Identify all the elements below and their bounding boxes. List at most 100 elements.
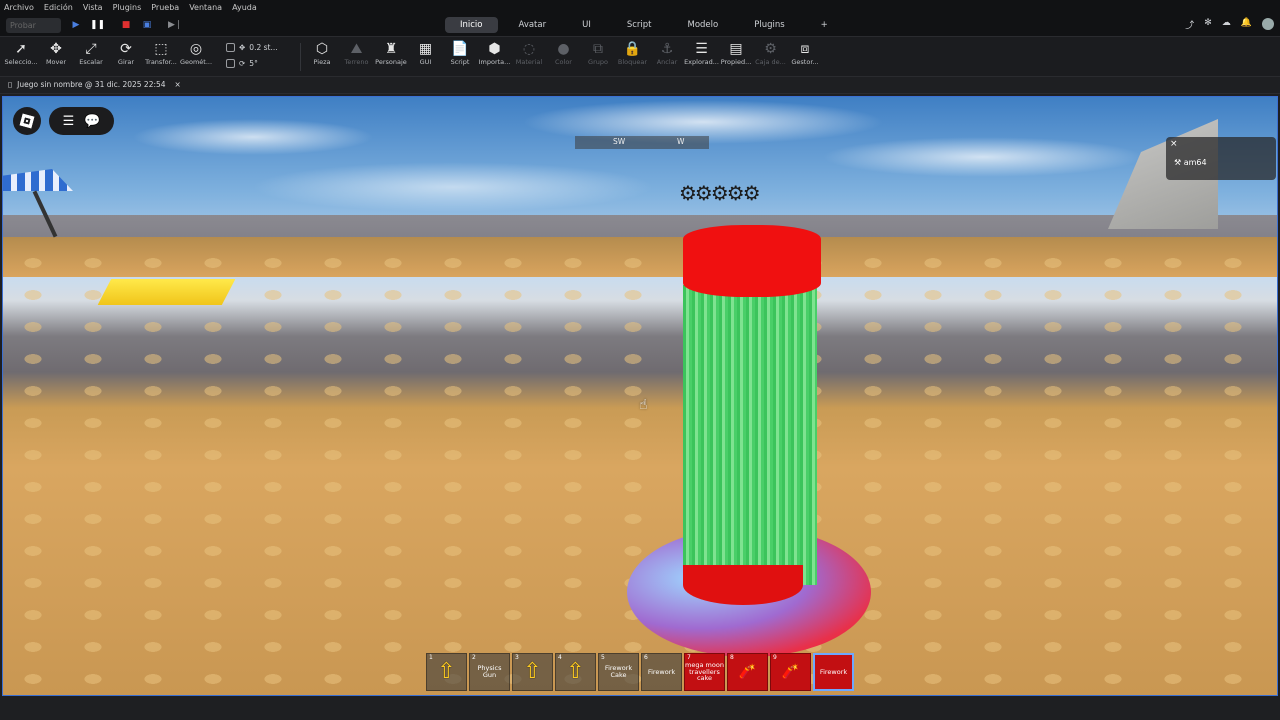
slot-number: 4 bbox=[558, 654, 562, 661]
hotbar-slot-0[interactable]: 1 ⇧ bbox=[426, 653, 467, 691]
yellow-pad bbox=[98, 279, 236, 305]
tool-button-1[interactable]: ⛰ Terreno bbox=[339, 40, 375, 74]
part-icon: ⬡ bbox=[315, 41, 329, 57]
ribbon-toolbar: ➚ Seleccio... ✥ Mover ⤢ Escalar ⟳ Girar ⬚ Transfo… bbox=[0, 37, 1280, 89]
firework-tower bbox=[683, 225, 821, 615]
hotbar-slot-8[interactable]: 9 🧨 bbox=[770, 653, 811, 691]
slot-number: 1 bbox=[429, 654, 433, 661]
tool-button-11[interactable]: ☰ Explorad... bbox=[684, 40, 720, 74]
rotate-icon: ⟳ bbox=[120, 41, 132, 57]
hotbar-slot-3[interactable]: 4 ⇧ bbox=[555, 653, 596, 691]
tool-label: Seleccio... bbox=[4, 58, 38, 66]
hotbar-slot-2[interactable]: 3 ⇧ bbox=[512, 653, 553, 691]
tab-2[interactable]: UI bbox=[567, 17, 606, 33]
document-tab-title: Juego sin nombre @ 31 dic. 2025 22:54 bbox=[17, 80, 166, 89]
close-player-list-icon[interactable]: × bbox=[1170, 139, 1178, 149]
tool-label: Script bbox=[450, 58, 470, 66]
close-tab-icon[interactable]: × bbox=[175, 80, 181, 89]
slot-number: 2 bbox=[472, 654, 476, 661]
pause-icon[interactable]: ❚❚ bbox=[90, 19, 105, 31]
move-step-control[interactable]: ✥ 0.2 st... bbox=[226, 43, 278, 52]
add-tab-button[interactable]: + bbox=[806, 17, 843, 33]
hotbar-slot-9[interactable]: Firework bbox=[813, 653, 854, 691]
tool-button-3[interactable]: ⟳ Girar bbox=[108, 40, 144, 74]
tool-button-7[interactable]: ● Color bbox=[546, 40, 582, 74]
tool-button-10[interactable]: ⚓ Anclar bbox=[649, 40, 685, 74]
tool-button-12[interactable]: ▤ Propied... bbox=[718, 40, 754, 74]
tool-button-3[interactable]: ▦ GUI bbox=[408, 40, 444, 74]
tool-button-9[interactable]: 🔒 Bloquear bbox=[615, 40, 651, 74]
player-list-card: × ⚒ am64 bbox=[1166, 137, 1276, 180]
hotbar-slot-4[interactable]: 5 Firework Cake bbox=[598, 653, 639, 691]
tool-button-5[interactable]: ◎ Geomét... bbox=[178, 40, 214, 74]
player-entry[interactable]: ⚒ am64 bbox=[1174, 158, 1207, 167]
tool-button-0[interactable]: ⬡ Pieza bbox=[304, 40, 340, 74]
tool-button-1[interactable]: ✥ Mover bbox=[38, 40, 74, 74]
tool-button-2[interactable]: ⤢ Escalar bbox=[73, 40, 109, 74]
hotbar-slot-6[interactable]: 7 mega moon travellers cake bbox=[684, 653, 725, 691]
tool-label: Caja de... bbox=[755, 58, 786, 66]
slot-label: mega moon travellers cake bbox=[685, 660, 724, 683]
hamburger-icon[interactable]: ☰ bbox=[63, 114, 75, 129]
select-icon: ➚ bbox=[15, 41, 27, 57]
tool-button-4[interactable]: ⬚ Transfor... bbox=[143, 40, 179, 74]
ribbon-divider bbox=[300, 43, 301, 71]
step-icon[interactable]: ▶❘ bbox=[168, 19, 182, 31]
tool-button-8[interactable]: ⧉ Grupo bbox=[580, 40, 616, 74]
properties-icon: ▤ bbox=[729, 41, 743, 57]
stop-icon[interactable]: ■ bbox=[120, 19, 132, 31]
tool-label: Girar bbox=[117, 58, 135, 66]
client-icon[interactable]: ▣ bbox=[141, 19, 153, 31]
bell-icon[interactable]: 🔔 bbox=[1241, 18, 1252, 31]
cloud-icon[interactable]: ☁ bbox=[1222, 18, 1231, 31]
tool-button-2[interactable]: ♜ Personaje bbox=[373, 40, 409, 74]
tab-4[interactable]: Modelo bbox=[672, 17, 733, 33]
tool-label: Terreno bbox=[344, 58, 369, 66]
slot-label: Firework bbox=[647, 667, 676, 676]
menu-item-3[interactable]: Plugins bbox=[113, 3, 142, 12]
slot-label: Firework Cake bbox=[604, 664, 633, 679]
menu-item-4[interactable]: Prueba bbox=[151, 3, 179, 12]
ribbon-tabs: Inicio Avatar UI Script Modelo Plugins + bbox=[445, 17, 843, 33]
tool-label: Propied... bbox=[720, 58, 752, 66]
arrow-up-icon: ⇧ bbox=[566, 659, 585, 685]
slot-label: Physics Gun bbox=[477, 664, 502, 679]
game-viewport[interactable]: ⚙⚙⚙⚙⚙ SW W ☰ 💬 × ⚒ am64 ☝ 1 ⇧ 2 Physics Gun… bbox=[2, 96, 1278, 696]
tool-button-5[interactable]: ⬢ Importa... bbox=[477, 40, 513, 74]
slot-number: 7 bbox=[687, 654, 691, 661]
tab-3[interactable]: Script bbox=[612, 17, 667, 33]
hotbar-slot-1[interactable]: 2 Physics Gun bbox=[469, 653, 510, 691]
tab-5[interactable]: Plugins bbox=[739, 17, 799, 33]
menu-item-1[interactable]: Edición bbox=[44, 3, 73, 12]
tab-0[interactable]: Inicio bbox=[445, 17, 498, 33]
tool-button-4[interactable]: 📄 Script bbox=[442, 40, 478, 74]
play-icon[interactable]: ▶ bbox=[70, 19, 82, 31]
share-icon[interactable]: ⤴ bbox=[1185, 18, 1194, 31]
tab-1[interactable]: Avatar bbox=[504, 17, 562, 33]
menu-item-6[interactable]: Ayuda bbox=[232, 3, 257, 12]
tool-label: Grupo bbox=[588, 58, 608, 66]
tool-button-0[interactable]: ➚ Seleccio... bbox=[3, 40, 39, 74]
chat-icon[interactable]: 💬 bbox=[84, 114, 100, 129]
tool-button-6[interactable]: ◌ Material bbox=[511, 40, 547, 74]
tool-button-14[interactable]: ⧈ Gestor... bbox=[787, 40, 823, 74]
roblox-menu-button[interactable] bbox=[13, 107, 41, 135]
menu-item-2[interactable]: Vista bbox=[83, 3, 103, 12]
tool-button-13[interactable]: ⚙ Caja de... bbox=[753, 40, 789, 74]
transform-icon: ⬚ bbox=[154, 41, 168, 57]
avatar[interactable] bbox=[1262, 18, 1274, 30]
menu-item-0[interactable]: Archivo bbox=[4, 3, 34, 12]
sky bbox=[3, 97, 1277, 217]
menu-item-5[interactable]: Ventana bbox=[189, 3, 222, 12]
hotbar-slot-5[interactable]: 6 Firework bbox=[641, 653, 682, 691]
hotbar-slot-7[interactable]: 8 🧨 bbox=[727, 653, 768, 691]
tool-label: Color bbox=[555, 58, 572, 66]
rocket-icon: 🧨 bbox=[781, 663, 800, 680]
character-icon: ♜ bbox=[384, 41, 398, 57]
rotate-step-control[interactable]: ⟳ 5° bbox=[226, 59, 258, 68]
rocket-icon: 🧨 bbox=[738, 663, 757, 680]
scale-icon: ⤢ bbox=[85, 41, 97, 57]
play-mode-select[interactable]: Probar bbox=[6, 18, 61, 33]
document-tab[interactable]: ▯ Juego sin nombre @ 31 dic. 2025 22:54 … bbox=[8, 80, 181, 89]
collab-icon[interactable]: ✻ bbox=[1204, 18, 1212, 31]
